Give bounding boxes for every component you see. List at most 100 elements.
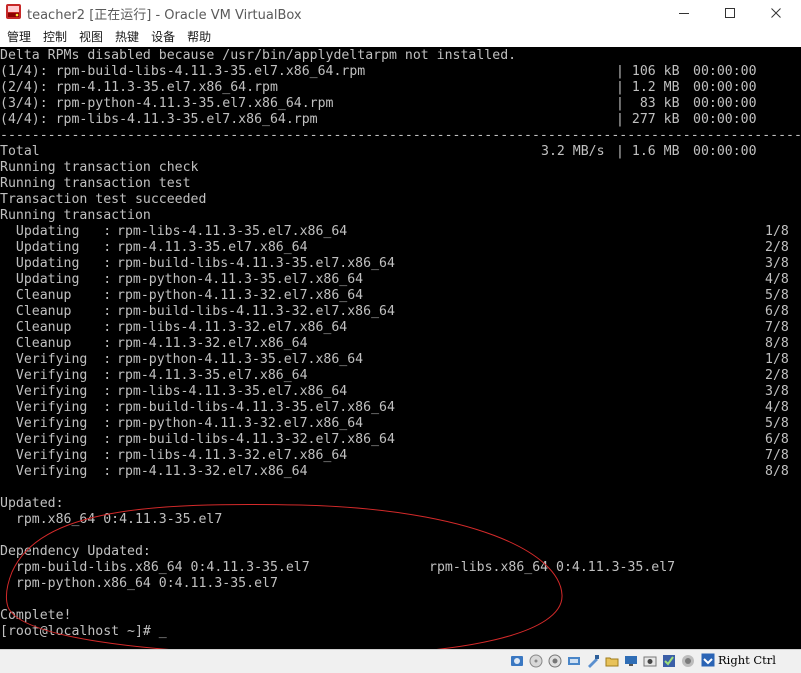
- close-button[interactable]: [753, 0, 799, 25]
- updated-item: rpm.x86_64 0:4.11.3-35.el7: [0, 512, 223, 527]
- total-size: | 1.6 MB: [616, 144, 680, 159]
- menu-hotkeys[interactable]: 热键: [108, 28, 139, 45]
- transaction-step: Cleanup : rpm-4.11.3-32.el7.x86_64 8/8: [0, 336, 801, 352]
- download-row: (1/4): rpm-build-libs-4.11.3-35.el7.x86_…: [0, 64, 801, 80]
- usb-icon[interactable]: [586, 654, 600, 668]
- console-line: Running transaction test: [0, 176, 191, 191]
- virtualization-icon[interactable]: [662, 654, 676, 668]
- step-package: rpm-python-4.11.3-32.el7.x86_64: [117, 288, 364, 303]
- transaction-step: Verifying : rpm-libs-4.11.3-32.el7.x86_64…: [0, 448, 801, 464]
- separator-line: ----------------------------------------…: [0, 128, 801, 143]
- audio-icon[interactable]: [548, 654, 562, 668]
- title-bar[interactable]: teacher2 [正在运行] - Oracle VM VirtualBox: [0, 0, 801, 25]
- close-icon: [771, 7, 781, 18]
- dependency-updated-label: Dependency Updated:: [0, 544, 151, 559]
- download-time: 00:00:00: [693, 96, 757, 111]
- step-count: 1/8: [765, 352, 789, 367]
- console-line: Running transaction: [0, 208, 151, 223]
- transaction-step: Verifying : rpm-python-4.11.3-35.el7.x86_…: [0, 352, 801, 368]
- step-action: Verifying :: [0, 352, 112, 367]
- transaction-step: Verifying : rpm-build-libs-4.11.3-35.el7.…: [0, 400, 801, 416]
- step-action: Updating :: [0, 256, 112, 271]
- download-row: (3/4): rpm-python-4.11.3-35.el7.x86_64.r…: [0, 96, 801, 112]
- minimize-button[interactable]: [661, 0, 707, 25]
- step-package: rpm-python-4.11.3-35.el7.x86_64: [117, 272, 364, 287]
- menu-control[interactable]: 控制: [36, 28, 67, 45]
- transaction-step: Cleanup : rpm-python-4.11.3-32.el7.x86_64…: [0, 288, 801, 304]
- vm-console-screen[interactable]: Delta RPMs disabled because /usr/bin/app…: [0, 47, 801, 649]
- step-count: 8/8: [765, 336, 789, 351]
- step-package: rpm-libs-4.11.3-32.el7.x86_64: [117, 320, 348, 335]
- step-action: Verifying :: [0, 416, 112, 431]
- shared-folder-icon[interactable]: [605, 654, 619, 668]
- download-row: (2/4): rpm-4.11.3-35.el7.x86_64.rpm | 1.…: [0, 80, 801, 96]
- step-package: rpm-python-4.11.3-35.el7.x86_64: [117, 352, 364, 367]
- step-count: 2/8: [765, 368, 789, 383]
- step-package: rpm-4.11.3-35.el7.x86_64: [117, 368, 308, 383]
- step-action: Verifying :: [0, 384, 112, 399]
- network-icon[interactable]: [567, 654, 581, 668]
- menu-view[interactable]: 视图: [72, 28, 103, 45]
- step-action: Verifying :: [0, 368, 112, 383]
- text-cursor: _: [158, 624, 167, 639]
- step-action: Cleanup :: [0, 320, 112, 335]
- optical-drive-icon[interactable]: [529, 654, 543, 668]
- step-count: 1/8: [765, 224, 789, 239]
- maximize-button[interactable]: [707, 0, 753, 25]
- download-file: (1/4): rpm-build-libs-4.11.3-35.el7.x86_…: [0, 64, 366, 79]
- step-count: 6/8: [765, 432, 789, 447]
- updated-label: Updated:: [0, 496, 64, 511]
- step-count: 5/8: [765, 288, 789, 303]
- step-count: 8/8: [765, 464, 789, 479]
- virtualbox-icon: [6, 4, 21, 19]
- dependency-item: rpm-python.x86_64 0:4.11.3-35.el7: [0, 576, 278, 591]
- step-count: 2/8: [765, 240, 789, 255]
- step-package: rpm-libs-4.11.3-35.el7.x86_64: [117, 384, 348, 399]
- console-line: Delta RPMs disabled because /usr/bin/app…: [0, 48, 517, 63]
- transaction-step: Verifying : rpm-python-4.11.3-32.el7.x86_…: [0, 416, 801, 432]
- step-package: rpm-libs-4.11.3-35.el7.x86_64: [117, 224, 348, 239]
- menu-machine[interactable]: 管理: [0, 28, 31, 45]
- host-key-indicator[interactable]: Right Ctrl: [701, 653, 776, 667]
- display-icon[interactable]: [624, 654, 638, 668]
- download-time: 00:00:00: [693, 64, 757, 79]
- host-key-arrow-icon: [701, 653, 715, 667]
- video-capture-icon[interactable]: [643, 654, 657, 668]
- menu-devices[interactable]: 设备: [144, 28, 175, 45]
- status-bar: Right Ctrl: [0, 649, 801, 673]
- step-action: Cleanup :: [0, 304, 112, 319]
- transaction-step: Verifying : rpm-4.11.3-32.el7.x86_64 8/8: [0, 464, 801, 480]
- transaction-step: Updating : rpm-build-libs-4.11.3-35.el7.x…: [0, 256, 801, 272]
- total-time: 00:00:00: [693, 144, 757, 159]
- step-action: Cleanup :: [0, 336, 112, 351]
- step-action: Verifying :: [0, 432, 112, 447]
- dependency-row: rpm-build-libs.x86_64 0:4.11.3-35.el7 rp…: [0, 560, 801, 576]
- download-file: (3/4): rpm-python-4.11.3-35.el7.x86_64.r…: [0, 96, 334, 111]
- transaction-step: Cleanup : rpm-libs-4.11.3-32.el7.x86_64 7/…: [0, 320, 801, 336]
- step-action: Cleanup :: [0, 288, 112, 303]
- transaction-step: Verifying : rpm-4.11.3-35.el7.x86_64 2/8: [0, 368, 801, 384]
- transaction-step: Cleanup : rpm-build-libs-4.11.3-32.el7.x8…: [0, 304, 801, 320]
- step-package: rpm-4.11.3-32.el7.x86_64: [117, 336, 308, 351]
- menu-help[interactable]: 帮助: [180, 28, 211, 45]
- step-count: 7/8: [765, 448, 789, 463]
- step-count: 4/8: [765, 272, 789, 287]
- step-package: rpm-build-libs-4.11.3-35.el7.x86_64: [117, 256, 395, 271]
- step-package: rpm-python-4.11.3-32.el7.x86_64: [117, 416, 364, 431]
- dependency-item: rpm-build-libs.x86_64 0:4.11.3-35.el7: [0, 560, 310, 575]
- transaction-step: Updating : rpm-4.11.3-35.el7.x86_64 2/8: [0, 240, 801, 256]
- shell-prompt-line[interactable]: [root@localhost ~]# _: [0, 624, 801, 640]
- step-package: rpm-build-libs-4.11.3-32.el7.x86_64: [117, 304, 395, 319]
- shell-prompt: [root@localhost ~]#: [0, 624, 159, 639]
- step-count: 5/8: [765, 416, 789, 431]
- download-size: | 83 kB: [616, 96, 680, 111]
- host-key-label: Right Ctrl: [718, 653, 776, 667]
- step-package: rpm-4.11.3-35.el7.x86_64: [117, 240, 308, 255]
- mouse-integration-icon[interactable]: [681, 654, 695, 668]
- console-line: Running transaction check: [0, 160, 199, 175]
- total-row: Total 3.2 MB/s | 1.6 MB 00:00:00: [0, 144, 801, 160]
- step-package: rpm-libs-4.11.3-32.el7.x86_64: [117, 448, 348, 463]
- download-time: 00:00:00: [693, 80, 757, 95]
- console-line: Transaction test succeeded: [0, 192, 207, 207]
- hard-disk-icon[interactable]: [510, 654, 524, 668]
